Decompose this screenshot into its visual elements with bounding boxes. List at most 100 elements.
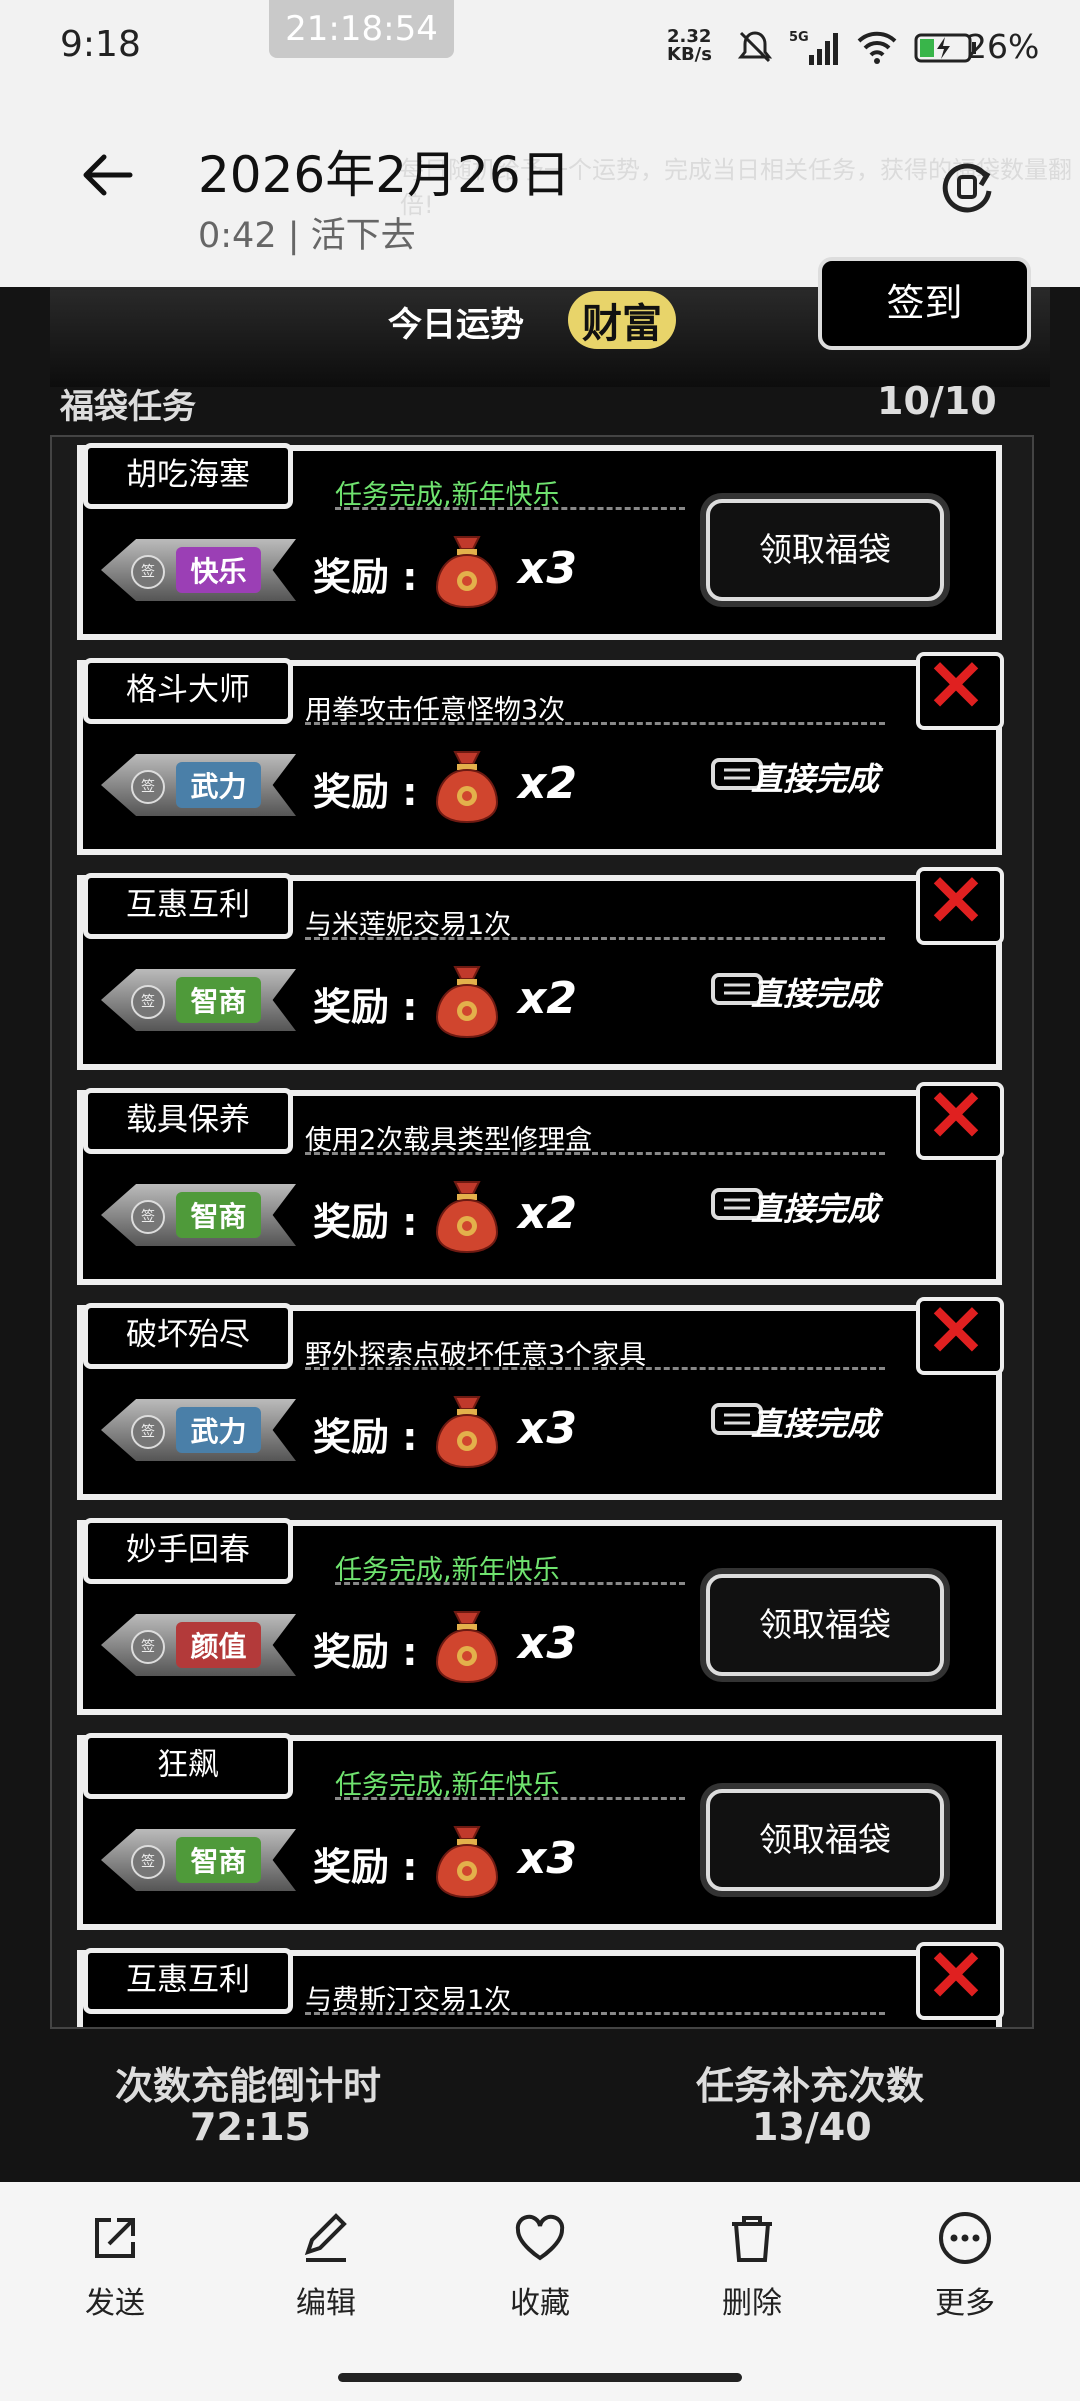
remove-task-button[interactable]: [916, 867, 1004, 945]
task-card: 妙手回春 任务完成,新年快乐签颜值 奖励 : x3 领取福袋: [77, 1518, 1002, 1715]
reward-label: 奖励 :: [313, 1630, 418, 1674]
svg-text:5G: 5G: [789, 30, 809, 45]
signin-button[interactable]: 签到: [818, 257, 1031, 350]
status-icons: 5G: [735, 22, 979, 72]
reward-multiplier: x3: [518, 1618, 577, 1669]
task-tag: 签智商: [101, 969, 296, 1031]
recharge-label: 次数充能倒计时: [115, 2064, 382, 2108]
task-card: 互惠互利与米莲妮交易1次0/1签智商奖励 :x2直接完成: [77, 867, 1004, 1070]
signal-icon: 5G: [789, 30, 838, 65]
game-screen: 今日运势 财富 签到 福袋任务 10/10 胡吃海塞 任务完成,新年快乐签快乐 奖励…: [0, 257, 1080, 2182]
claim-bag-button[interactable]: 领取福袋: [706, 1574, 944, 1676]
close-icon: [933, 877, 979, 922]
close-icon: [933, 1307, 979, 1352]
bottom-toolbar: 发送 编辑 收藏 删除 更多: [0, 2182, 1080, 2401]
task-tag-label: 智商: [176, 977, 261, 1023]
task-card: 载具保养使用2次载具类型修理盒0/2签智商奖励 :x2直接完成: [77, 1082, 1004, 1285]
supplement-label: 任务补充次数: [696, 2064, 925, 2108]
delete-button[interactable]: 删除: [692, 2210, 812, 2322]
task-card: 互惠互利与费斯汀交易1次0/1签智商奖励 :x2直接完成: [77, 1942, 1004, 2027]
close-icon: [933, 662, 979, 707]
remove-task-button[interactable]: [916, 1942, 1004, 2020]
rotate-icon[interactable]: [935, 155, 999, 219]
task-name: 破坏殆尽: [83, 1303, 293, 1369]
more-icon: [939, 2212, 991, 2264]
sign-badge: 签: [131, 770, 165, 804]
pencil-icon: [304, 2213, 347, 2262]
claim-bag-button[interactable]: 领取福袋: [706, 499, 944, 601]
task-description: 使用2次载具类型修理盒: [305, 1118, 885, 1156]
lucky-bag-icon: [433, 1821, 501, 1899]
direct-complete-button[interactable]: 直接完成: [751, 754, 951, 800]
lucky-bag-icon: [433, 531, 501, 609]
task-name: 狂飙: [83, 1733, 293, 1799]
task-tag: 签快乐: [101, 539, 296, 601]
recharge-countdown: 72:15: [190, 2105, 311, 2149]
status-time: 9:18: [60, 24, 141, 65]
lucky-bag-icon: [433, 1176, 501, 1254]
network-speed: 2.32 KB/s: [667, 26, 712, 65]
task-tag: 签颜值: [101, 1614, 296, 1676]
edit-button[interactable]: 编辑: [266, 2210, 386, 2322]
supplement-count: 13/40: [752, 2105, 872, 2149]
wifi-icon: [857, 31, 897, 64]
task-card: 破坏殆尽野外探索点破坏任意3个家具0/3签武力奖励 :x3直接完成: [77, 1297, 1004, 1500]
task-tag-label: 武力: [176, 762, 261, 808]
task-tag-label: 智商: [176, 1192, 261, 1238]
reward-label: 奖励 :: [313, 1200, 418, 1244]
task-tag-label: 智商: [176, 1837, 261, 1883]
task-tag: 签智商: [101, 1829, 296, 1891]
task-tag-label: 快乐: [176, 547, 261, 593]
reward-multiplier: x2: [518, 758, 577, 809]
task-description: 任务完成,新年快乐: [335, 1763, 685, 1801]
task-card: 胡吃海塞 任务完成,新年快乐签快乐 奖励 : x3 领取福袋: [77, 443, 1002, 640]
task-card: 格斗大师用拳攻击任意怪物3次0/3签武力奖励 :x2直接完成: [77, 652, 1004, 855]
reward-multiplier: x2: [518, 1188, 577, 1239]
reward-multiplier: x2: [518, 973, 577, 1024]
recording-time-chip: 21:18:54: [269, 0, 454, 58]
lucky-bag-icon: [433, 961, 501, 1039]
status-bar: 9:18 21:18:54 2.32 KB/s 5G 26%: [0, 0, 1080, 95]
direct-complete-button[interactable]: 直接完成: [751, 1399, 951, 1445]
task-name: 互惠互利: [83, 1948, 293, 2014]
remove-task-button[interactable]: [916, 1297, 1004, 1375]
task-tag: 签武力: [101, 1399, 296, 1461]
task-tag: 签武力: [101, 754, 296, 816]
send-button[interactable]: 发送: [55, 2210, 175, 2322]
more-button[interactable]: 更多: [905, 2210, 1025, 2322]
task-progress: 10/10: [877, 379, 997, 423]
task-description: 野外探索点破坏任意3个家具: [305, 1333, 885, 1371]
task-name: 妙手回春: [83, 1518, 293, 1584]
lucky-bag-icon: [433, 746, 501, 824]
page-subtitle: 0:42 | 活下去: [198, 216, 416, 256]
sign-badge: 签: [131, 1630, 165, 1664]
task-name: 胡吃海塞: [83, 443, 293, 509]
lucky-bag-icon: [433, 1606, 501, 1684]
direct-complete-button[interactable]: 直接完成: [751, 1184, 951, 1230]
task-description: 任务完成,新年快乐: [335, 473, 685, 511]
task-name: 载具保养: [83, 1088, 293, 1154]
task-card: 狂飙 任务完成,新年快乐签智商 奖励 : x3 领取福袋: [77, 1733, 1002, 1930]
lucky-bag-icon: [433, 1391, 501, 1469]
fortune-label: 今日运势: [388, 305, 524, 345]
task-description: 任务完成,新年快乐: [335, 1548, 685, 1586]
task-tag-label: 颜值: [176, 1622, 261, 1668]
section-title: 福袋任务: [60, 387, 196, 427]
bell-muted-icon: [737, 31, 773, 63]
task-list[interactable]: 胡吃海塞 任务完成,新年快乐签快乐 奖励 : x3 领取福袋 格斗大师 用拳攻击任意怪物3次…: [50, 435, 1034, 2029]
claim-bag-button[interactable]: 领取福袋: [706, 1789, 944, 1891]
back-arrow-icon[interactable]: [78, 145, 138, 205]
favorite-button[interactable]: 收藏: [480, 2210, 600, 2322]
sign-badge: 签: [131, 985, 165, 1019]
battery-percent: 26%: [966, 27, 1040, 66]
task-name: 互惠互利: [83, 873, 293, 939]
task-description: 与米莲妮交易1次: [305, 903, 885, 941]
reward-multiplier: x3: [518, 1833, 577, 1884]
remove-task-button[interactable]: [916, 652, 1004, 730]
task-description: 与费斯汀交易1次: [305, 1978, 885, 2016]
fortune-value: 财富: [568, 291, 676, 349]
remove-task-button[interactable]: [916, 1082, 1004, 1160]
direct-complete-button[interactable]: 直接完成: [751, 969, 951, 1015]
gesture-handle[interactable]: [338, 2373, 742, 2382]
reward-label: 奖励 :: [313, 1845, 418, 1889]
